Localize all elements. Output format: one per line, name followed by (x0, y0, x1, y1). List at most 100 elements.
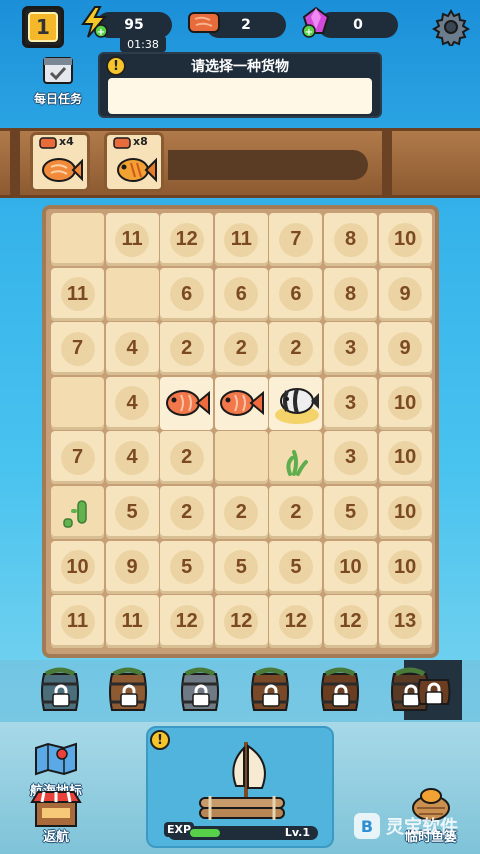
board-cell[interactable]: 6 (160, 267, 214, 321)
board-cell[interactable]: 10 (378, 376, 432, 430)
board-cell-fish[interactable] (160, 376, 214, 430)
cell-number: 11 (121, 610, 143, 633)
board-cell-empty[interactable] (51, 376, 104, 430)
board-cell[interactable]: 13 (378, 595, 432, 649)
level-badge[interactable]: 1 (22, 6, 64, 48)
cell-number: 10 (339, 555, 362, 578)
gem-icon[interactable]: + (298, 4, 334, 40)
cell-number: 10 (393, 555, 417, 578)
cell-number: 6 (290, 282, 302, 305)
daily-task-label: 每日任务 (33, 92, 82, 106)
board-cell-clownfish[interactable] (269, 376, 323, 430)
board-cell[interactable]: 4 (105, 431, 159, 485)
cell-number: 12 (284, 610, 308, 633)
barrel-slot[interactable] (104, 664, 152, 716)
barrel-slot[interactable] (36, 664, 84, 716)
board-cell[interactable]: 2 (160, 486, 214, 539)
cell-number: 3 (344, 391, 357, 414)
board-cell[interactable]: 7 (269, 213, 323, 266)
prompt-title: 请选择一种货物 (191, 59, 289, 75)
board-cell[interactable]: 2 (214, 486, 268, 539)
board-cell[interactable]: 10 (378, 431, 432, 485)
cargo-count: x8 (133, 135, 148, 148)
board-cell[interactable]: 2 (214, 322, 268, 376)
gem-value: 0 (353, 17, 363, 33)
board-cell[interactable]: 12 (160, 213, 214, 266)
cell-number: 2 (181, 501, 193, 523)
board-cell[interactable]: 11 (214, 213, 268, 266)
svg-text:B: B (361, 817, 373, 836)
cell-number: 8 (344, 228, 357, 250)
board-cell[interactable]: 2 (269, 486, 323, 539)
lock-icon (52, 684, 70, 707)
return-button[interactable]: 返航 (24, 788, 88, 845)
board-cell-fish[interactable] (214, 376, 268, 430)
board-cell[interactable]: 8 (324, 267, 377, 321)
cell-number: 5 (290, 555, 302, 578)
board-cell[interactable]: 5 (324, 486, 377, 539)
board-cell[interactable]: 9 (378, 322, 432, 376)
board-cell[interactable]: 9 (378, 267, 432, 321)
board-cell[interactable]: 10 (378, 540, 432, 594)
board-cell[interactable]: 9 (105, 540, 159, 594)
cell-number: 2 (181, 446, 193, 469)
barrel-slot[interactable] (316, 664, 364, 716)
lock-icon (262, 684, 280, 707)
board-cell[interactable]: 5 (105, 486, 159, 539)
board-cell[interactable]: 2 (160, 322, 214, 376)
board-cell[interactable]: 3 (324, 431, 377, 485)
board-cell[interactable]: 3 (324, 376, 377, 430)
energy-timer: 01:38 (120, 36, 166, 52)
board-cell[interactable]: 2 (269, 322, 323, 376)
cell-number: 9 (399, 337, 411, 360)
board-cell[interactable]: 12 (269, 595, 323, 649)
board-cell[interactable]: 12 (214, 595, 268, 649)
board-cell[interactable]: 10 (378, 486, 432, 539)
fish-value: 2 (241, 17, 251, 33)
board-cell[interactable]: 4 (105, 376, 159, 430)
board-cell[interactable]: 3 (324, 322, 377, 376)
board-cell[interactable]: 6 (214, 267, 268, 321)
board-cell-empty[interactable] (51, 213, 104, 266)
board-cell[interactable]: 10 (378, 213, 432, 266)
board-cell[interactable]: 12 (160, 595, 214, 649)
board-cell[interactable]: 6 (269, 267, 323, 321)
board-cell-empty[interactable] (214, 431, 268, 485)
cell-number: 4 (126, 391, 138, 414)
board-cell[interactable]: 11 (51, 595, 104, 649)
fish-fillet-icon (42, 158, 83, 182)
board-cell[interactable]: 5 (269, 540, 323, 594)
board-cell[interactable]: 5 (160, 540, 214, 594)
barrel-slot[interactable] (246, 664, 294, 716)
board-cell[interactable]: 7 (51, 322, 104, 376)
barrel-slot[interactable] (176, 664, 224, 716)
board-cell[interactable]: 7 (51, 431, 104, 485)
board-cell[interactable]: 5 (214, 540, 268, 594)
board-cell-seaweed[interactable] (269, 431, 323, 485)
cargo-count: x4 (59, 135, 74, 148)
board-cell[interactable]: 10 (324, 540, 377, 594)
board-cell[interactable]: 12 (324, 595, 377, 649)
dock-post (382, 128, 392, 198)
cargo-slot-2[interactable]: x8 (104, 132, 164, 192)
board-cell-empty[interactable] (105, 267, 159, 321)
board-cell[interactable]: 10 (51, 540, 104, 594)
daily-task-button[interactable]: 每日任务 (30, 54, 86, 107)
lock-icon (425, 682, 443, 705)
board-cell[interactable]: 8 (324, 213, 377, 266)
cell-number: 11 (66, 282, 89, 305)
svg-text:+: + (97, 27, 105, 38)
barrel-slot-selected[interactable] (414, 664, 462, 716)
cargo-slot-1[interactable]: x4 (30, 132, 90, 192)
board-cell[interactable]: 2 (160, 431, 214, 485)
raft-icon (199, 742, 285, 820)
board-cell-cactus[interactable] (51, 486, 104, 539)
cell-number: 5 (181, 555, 193, 578)
board-cell[interactable]: 11 (51, 267, 104, 321)
board-cell[interactable]: 11 (105, 595, 159, 649)
warning-icon: ! (150, 730, 170, 750)
board-cell[interactable]: 11 (105, 213, 159, 266)
energy-icon[interactable]: + (76, 4, 112, 40)
board-cell[interactable]: 4 (105, 322, 159, 376)
settings-gear-icon[interactable] (432, 8, 470, 49)
